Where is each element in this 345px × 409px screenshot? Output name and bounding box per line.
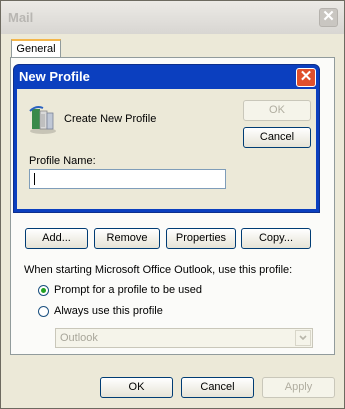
window-close-button[interactable]: ✕ [319, 8, 338, 27]
cancel-button[interactable]: Cancel [181, 377, 254, 398]
always-use-profile-radio[interactable] [38, 306, 49, 317]
title-bar[interactable]: Mail ✕ [1, 1, 344, 34]
dropdown-arrow-button[interactable] [295, 330, 311, 346]
chevron-down-icon [299, 335, 307, 341]
startup-profile-label: When starting Microsoft Office Outlook, … [24, 264, 293, 276]
text-caret [34, 173, 35, 185]
close-icon: ✕ [299, 68, 313, 85]
radio-selected-dot [41, 288, 46, 293]
tab-general[interactable]: General [11, 39, 61, 58]
apply-button[interactable]: Apply [262, 377, 335, 398]
dialog-heading: Create New Profile [64, 113, 157, 125]
add-profile-button[interactable]: Add... [25, 228, 88, 249]
new-profile-dialog: New Profile ✕ Create New Profile OK Canc… [13, 64, 320, 213]
profile-name-field[interactable] [29, 169, 226, 189]
profile-properties-button[interactable]: Properties [166, 228, 236, 249]
close-icon: ✕ [322, 8, 335, 25]
window-title: Mail [8, 10, 34, 25]
dialog-body: Create New Profile OK Cancel Profile Nam… [17, 89, 316, 209]
ok-button[interactable]: OK [100, 377, 173, 398]
dialog-cancel-button[interactable]: Cancel [243, 127, 311, 148]
prompt-profile-label[interactable]: Prompt for a profile to be used [54, 284, 202, 296]
profile-select-value: Outlook [60, 332, 98, 344]
profile-name-label: Profile Name: [29, 155, 96, 167]
dialog-ok-button[interactable]: OK [243, 100, 311, 121]
profile-wizard-icon [29, 106, 56, 134]
always-use-profile-label[interactable]: Always use this profile [54, 305, 163, 317]
dialog-title: New Profile [19, 69, 90, 84]
remove-profile-button[interactable]: Remove [94, 228, 160, 249]
profile-select[interactable]: Outlook [55, 328, 313, 348]
prompt-profile-radio[interactable] [38, 285, 49, 296]
dialog-close-button[interactable]: ✕ [296, 68, 316, 87]
copy-profile-button[interactable]: Copy... [241, 228, 311, 249]
mail-window: Mail ✕ General New Profile ✕ Create New … [0, 0, 345, 409]
